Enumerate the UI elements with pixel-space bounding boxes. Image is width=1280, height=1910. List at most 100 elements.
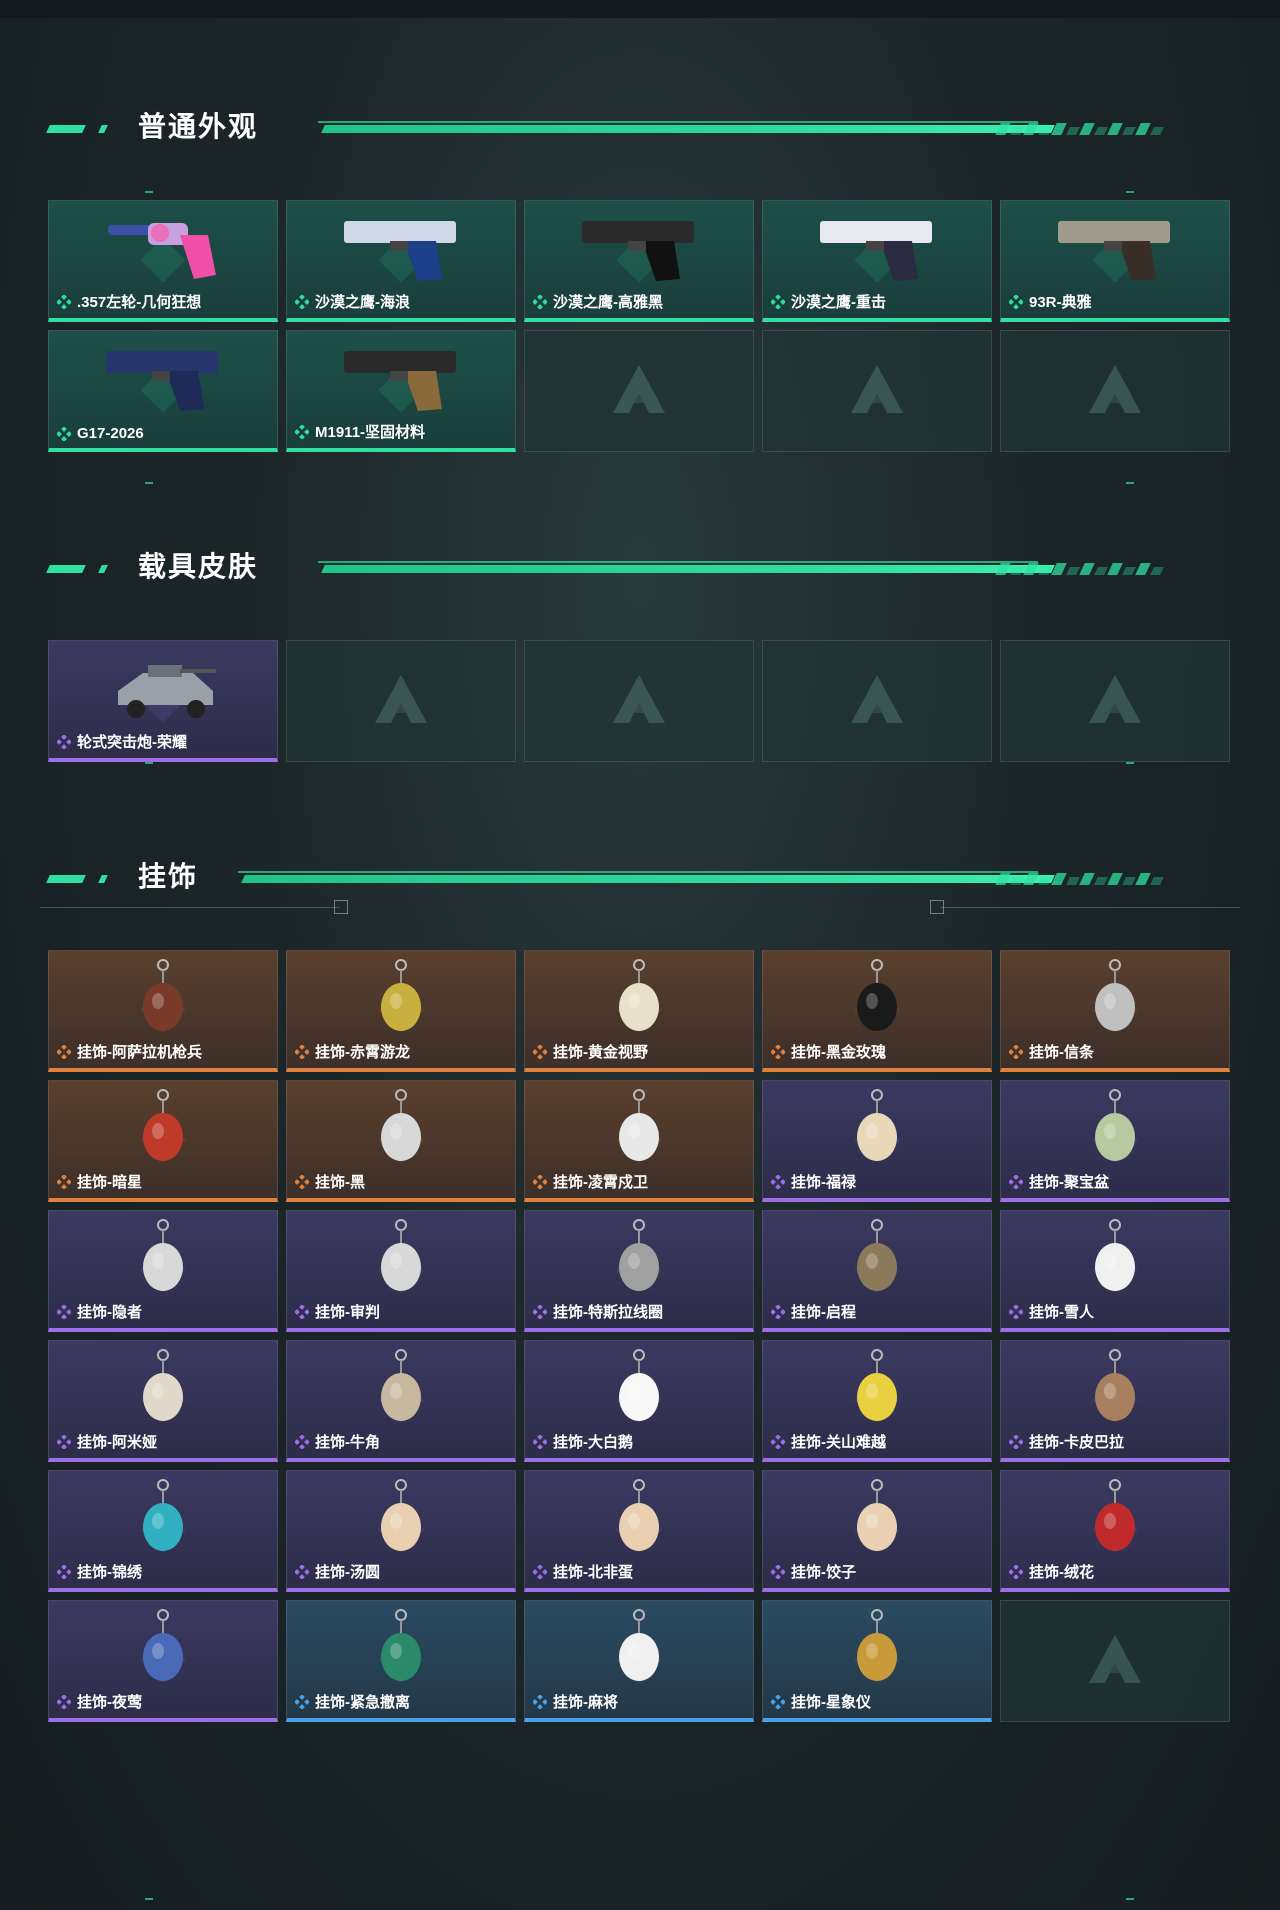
item-name: 挂饰-信条 (1029, 1044, 1094, 1061)
item-card[interactable]: 挂饰-饺子 (762, 1470, 992, 1592)
normal-skins-grid: .357左轮-几何狂想 沙漠之鹰-海浪 沙漠之鹰-高雅黑 沙漠之鹰-重击 93R-典雅 G… (48, 200, 1230, 452)
empty-slot[interactable] (762, 330, 992, 452)
item-label-row: 挂饰-黄金视野 (532, 1041, 648, 1062)
item-name: 挂饰-大白鹅 (553, 1434, 633, 1451)
empty-slot[interactable] (1000, 640, 1230, 762)
item-label-row: 挂饰-卡皮巴拉 (1008, 1431, 1124, 1452)
item-image (1040, 959, 1190, 1037)
item-image (802, 1089, 952, 1167)
item-name: 挂饰-牛角 (315, 1434, 380, 1451)
item-card[interactable]: 挂饰-隐者 (48, 1210, 278, 1332)
diamond-cluster-icon (1008, 1043, 1024, 1060)
diamond-cluster-icon (294, 1173, 310, 1190)
item-name: 挂饰-阿萨拉机枪兵 (77, 1044, 202, 1061)
item-card[interactable]: 挂饰-牛角 (286, 1340, 516, 1462)
charms-grid: 挂饰-阿萨拉机枪兵 挂饰-赤霄游龙 挂饰-黄金视野 挂饰-黑金玫瑰 挂饰-信条挂饰-暗星… (48, 950, 1230, 1722)
item-card[interactable]: 挂饰-暗星 (48, 1080, 278, 1202)
diamond-cluster-icon (294, 1563, 310, 1580)
item-card[interactable]: 挂饰-麻将 (524, 1600, 754, 1722)
diamond-cluster-icon (56, 425, 72, 442)
item-image (326, 1609, 476, 1687)
item-card[interactable]: 挂饰-启程 (762, 1210, 992, 1332)
item-card[interactable]: 挂饰-黑 (286, 1080, 516, 1202)
hud-box (930, 900, 944, 914)
item-image (88, 209, 238, 287)
item-label-row: 挂饰-麻将 (532, 1691, 618, 1712)
item-card[interactable]: 挂饰-绒花 (1000, 1470, 1230, 1592)
item-card[interactable]: 挂饰-阿米娅 (48, 1340, 278, 1462)
empty-slot[interactable] (286, 640, 516, 762)
item-label-row: 轮式突击炮-荣耀 (56, 731, 187, 752)
item-image (326, 209, 476, 287)
item-card[interactable]: 挂饰-聚宝盆 (1000, 1080, 1230, 1202)
item-label-row: 挂饰-大白鹅 (532, 1431, 633, 1452)
item-card[interactable]: 挂饰-黄金视野 (524, 950, 754, 1072)
item-image (564, 1349, 714, 1427)
item-label-row: G17-2026 (56, 425, 144, 442)
item-card[interactable]: 挂饰-赤霄游龙 (286, 950, 516, 1072)
item-label-row: M1911-坚固材料 (294, 421, 425, 442)
item-card[interactable]: .357左轮-几何狂想 (48, 200, 278, 322)
item-card[interactable]: 挂饰-星象仪 (762, 1600, 992, 1722)
item-label-row: 挂饰-聚宝盆 (1008, 1171, 1109, 1192)
item-label-row: 沙漠之鹰-高雅黑 (532, 291, 663, 312)
item-name: 挂饰-审判 (315, 1304, 380, 1321)
item-label-row: 沙漠之鹰-海浪 (294, 291, 410, 312)
item-card[interactable]: 挂饰-阿萨拉机枪兵 (48, 950, 278, 1072)
item-card[interactable]: 轮式突击炮-荣耀 (48, 640, 278, 762)
item-card[interactable]: 挂饰-大白鹅 (524, 1340, 754, 1462)
empty-slot[interactable] (762, 640, 992, 762)
item-image (564, 959, 714, 1037)
item-name: 沙漠之鹰-海浪 (315, 294, 410, 311)
empty-slot[interactable] (1000, 1600, 1230, 1722)
item-name: 挂饰-紧急撤离 (315, 1694, 410, 1711)
item-card[interactable]: 挂饰-审判 (286, 1210, 516, 1332)
diamond-cluster-icon (532, 1303, 548, 1320)
item-card[interactable]: 沙漠之鹰-高雅黑 (524, 200, 754, 322)
item-label-row: 挂饰-暗星 (56, 1171, 142, 1192)
item-card[interactable]: 挂饰-雪人 (1000, 1210, 1230, 1332)
corner-tick (1126, 482, 1134, 484)
item-card[interactable]: 挂饰-福禄 (762, 1080, 992, 1202)
item-card[interactable]: 挂饰-信条 (1000, 950, 1230, 1072)
hud-line (940, 907, 1240, 908)
section-title: 普通外观 (138, 111, 259, 142)
empty-slot[interactable] (1000, 330, 1230, 452)
item-card[interactable]: 挂饰-凌霄戍卫 (524, 1080, 754, 1202)
item-card[interactable]: M1911-坚固材料 (286, 330, 516, 452)
header-line (321, 125, 1055, 133)
diamond-cluster-icon (294, 1693, 310, 1710)
item-card[interactable]: 挂饰-紧急撤离 (286, 1600, 516, 1722)
item-label-row: 挂饰-赤霄游龙 (294, 1041, 410, 1062)
diamond-cluster-icon (56, 1563, 72, 1580)
item-name: 挂饰-汤圆 (315, 1564, 380, 1581)
diamond-cluster-icon (532, 1563, 548, 1580)
item-card[interactable]: 挂饰-夜莺 (48, 1600, 278, 1722)
item-label-row: 挂饰-北非蛋 (532, 1561, 633, 1582)
item-card[interactable]: 挂饰-卡皮巴拉 (1000, 1340, 1230, 1462)
diamond-cluster-icon (770, 1043, 786, 1060)
item-card[interactable]: 93R-典雅 (1000, 200, 1230, 322)
item-card[interactable]: 挂饰-北非蛋 (524, 1470, 754, 1592)
item-card[interactable]: 挂饰-特斯拉线圈 (524, 1210, 754, 1332)
diamond-cluster-icon (56, 1043, 72, 1060)
item-name: 挂饰-关山难越 (791, 1434, 886, 1451)
item-card[interactable]: G17-2026 (48, 330, 278, 452)
item-card[interactable]: 挂饰-关山难越 (762, 1340, 992, 1462)
diamond-cluster-icon (770, 1693, 786, 1710)
item-label-row: 挂饰-雪人 (1008, 1301, 1094, 1322)
item-image (326, 1219, 476, 1297)
item-card[interactable]: 挂饰-黑金玫瑰 (762, 950, 992, 1072)
item-name: 挂饰-北非蛋 (553, 1564, 633, 1581)
empty-slot[interactable] (524, 640, 754, 762)
item-card[interactable]: 沙漠之鹰-重击 (762, 200, 992, 322)
header-thin-line (318, 561, 1038, 563)
item-card[interactable]: 挂饰-汤圆 (286, 1470, 516, 1592)
hud-line (40, 907, 340, 908)
item-card[interactable]: 沙漠之鹰-海浪 (286, 200, 516, 322)
item-card[interactable]: 挂饰-锦绣 (48, 1470, 278, 1592)
item-name: 挂饰-卡皮巴拉 (1029, 1434, 1124, 1451)
empty-slot[interactable] (524, 330, 754, 452)
header-accent (98, 565, 108, 573)
diamond-cluster-icon (770, 1563, 786, 1580)
